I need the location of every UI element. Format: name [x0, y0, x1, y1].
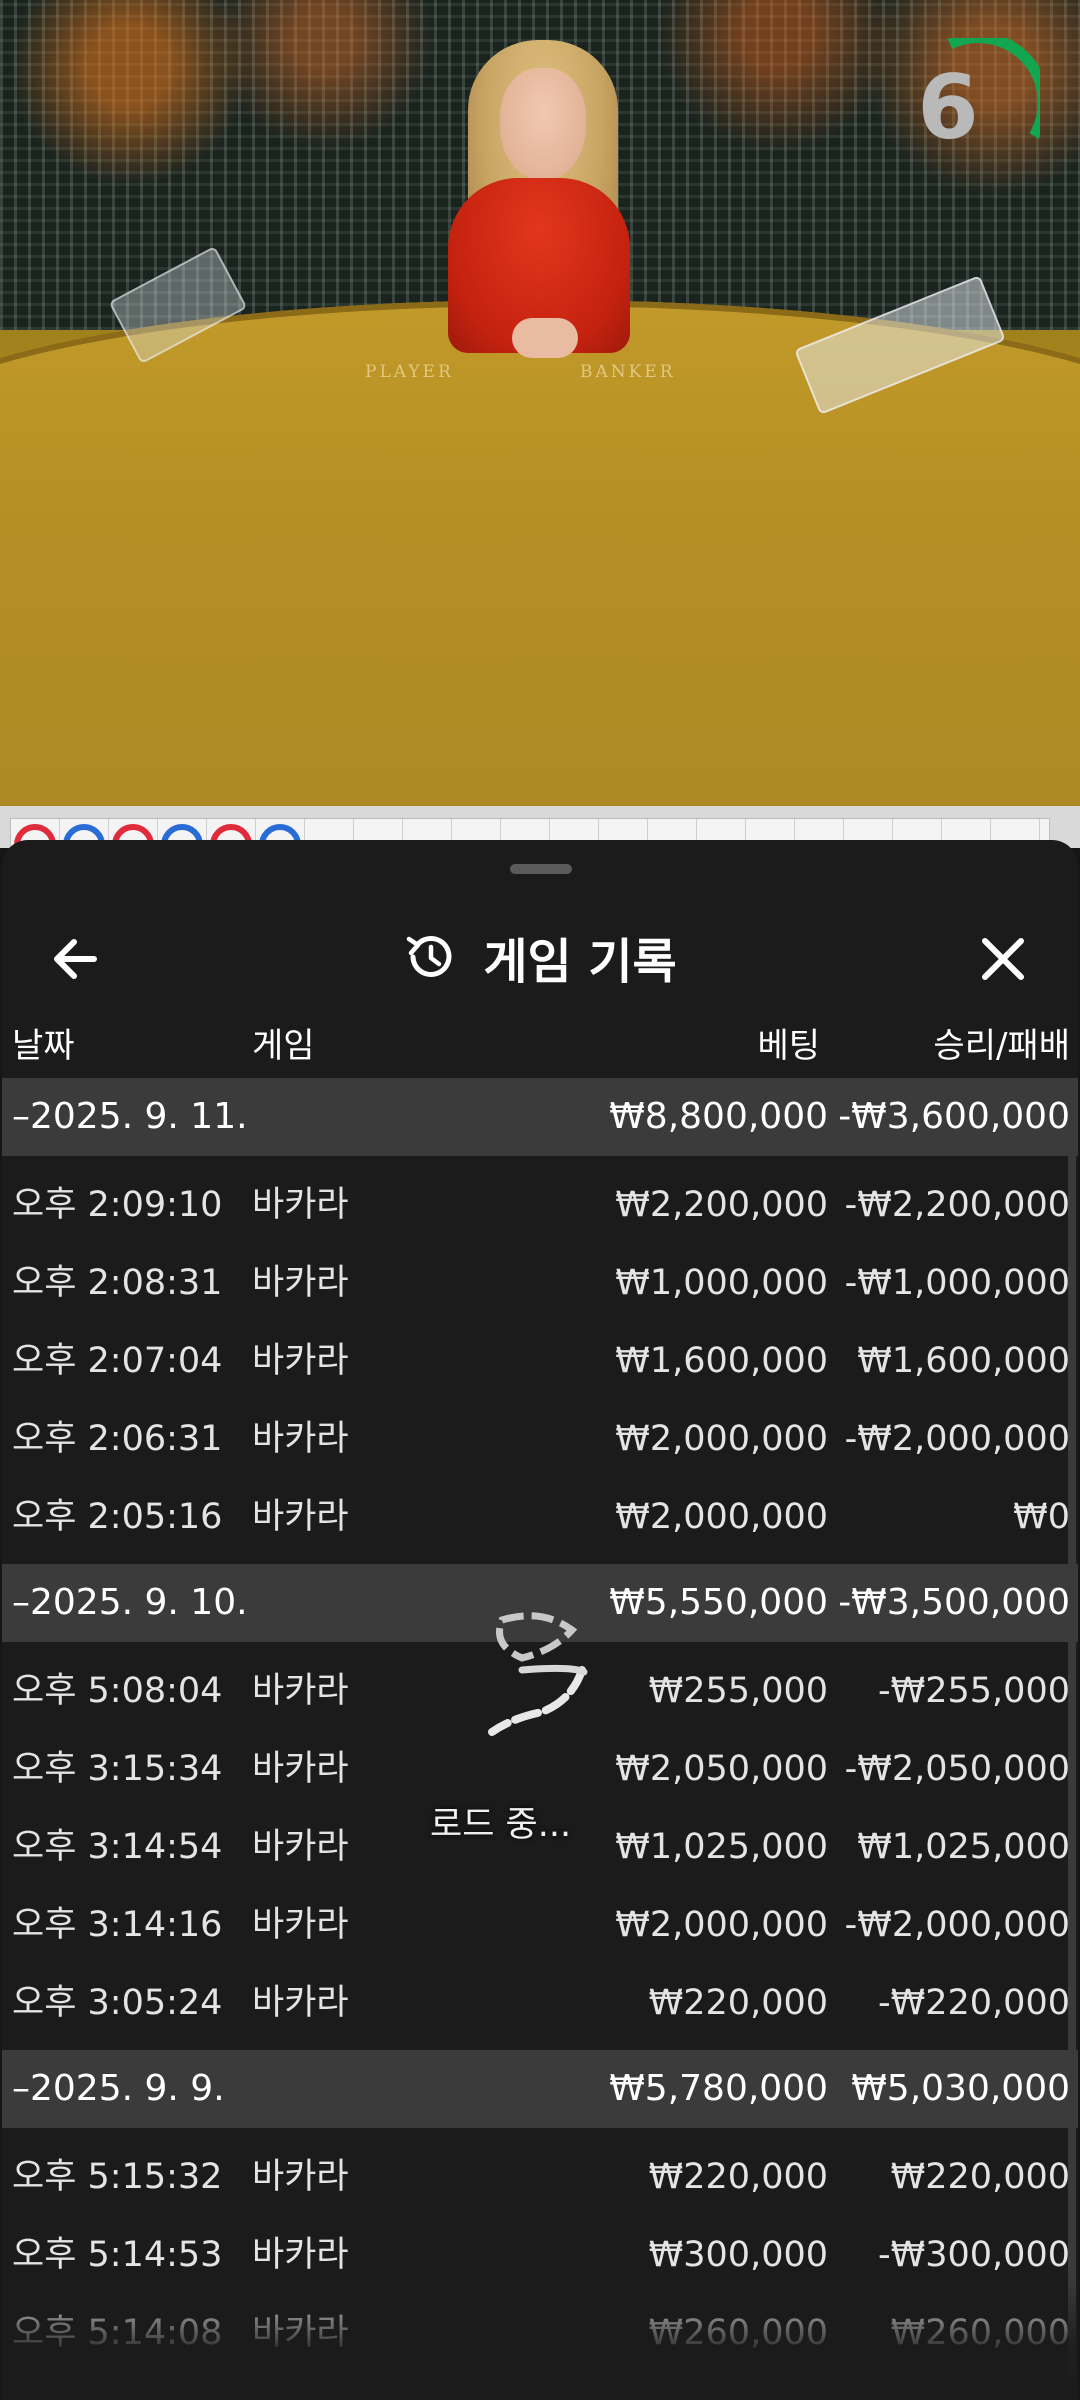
- group-date: –2025. 9. 9.: [12, 2050, 225, 2128]
- group-date: –2025. 9. 10.: [12, 1564, 248, 1642]
- history-row[interactable]: 오후 2:05:16 바카라 ₩2,000,000 ₩0: [2, 1478, 1078, 1556]
- column-header-bet: 베팅: [757, 1026, 820, 1066]
- row-bet: ₩255,000: [648, 1671, 828, 1711]
- group-bet-total: ₩5,780,000: [609, 2068, 828, 2109]
- row-time: 오후 3:14:16: [12, 1905, 223, 1945]
- row-time: 오후 2:06:31: [12, 1419, 223, 1459]
- column-header-result: 승리/패배: [933, 1026, 1070, 1066]
- sheet-title-wrap: 게임 기록: [2, 922, 1078, 992]
- date-group-row[interactable]: –2025. 9. 11. ₩8,800,000 -₩3,600,000: [2, 1078, 1078, 1156]
- group-result-total: ₩5,030,000: [851, 2068, 1070, 2109]
- row-result: ₩0: [1013, 1497, 1070, 1537]
- group-bet-total: ₩5,550,000: [609, 1582, 828, 1623]
- table-label-player: PLAYER: [365, 362, 454, 382]
- row-game: 바카라: [252, 2157, 349, 2197]
- baccarat-table: [0, 300, 1080, 810]
- row-game: 바카라: [252, 1497, 349, 1537]
- row-game: 바카라: [252, 1671, 349, 1711]
- sheet-title: 게임 기록: [483, 934, 677, 990]
- row-time: 오후 2:08:31: [12, 1263, 223, 1303]
- group-date-text: 2025. 9. 10.: [30, 1582, 248, 1623]
- row-result: ₩1,600,000: [857, 1341, 1070, 1381]
- history-row[interactable]: 오후 2:06:31 바카라 ₩2,000,000 -₩2,000,000: [2, 1400, 1078, 1478]
- row-bet: ₩2,000,000: [615, 1419, 828, 1459]
- column-header-date: 날짜: [12, 1026, 75, 1066]
- live-video: PLAYER BANKER 6: [0, 0, 1080, 810]
- history-row[interactable]: 오후 3:14:16 바카라 ₩2,000,000 -₩2,000,000: [2, 1886, 1078, 1964]
- close-button[interactable]: [968, 924, 1038, 994]
- row-bet: ₩2,000,000: [615, 1905, 828, 1945]
- group-result-total: -₩3,500,000: [838, 1582, 1070, 1623]
- close-icon: [982, 938, 1024, 980]
- row-result: -₩1,000,000: [844, 1263, 1070, 1303]
- row-time: 오후 3:15:34: [12, 1749, 223, 1789]
- loading-text: 로드 중...: [430, 1805, 572, 1845]
- row-game: 바카라: [252, 1419, 349, 1459]
- group-date: –2025. 9. 11.: [12, 1078, 248, 1156]
- row-game: 바카라: [252, 1185, 349, 1225]
- row-time: 오후 2:05:16: [12, 1497, 223, 1537]
- row-bet: ₩1,000,000: [615, 1263, 828, 1303]
- row-time: 오후 2:07:04: [12, 1341, 223, 1381]
- row-result: -₩2,200,000: [844, 1185, 1070, 1225]
- row-time: 오후 5:08:04: [12, 1671, 223, 1711]
- scrollbar[interactable]: [1068, 1078, 1076, 2378]
- row-game: 바카라: [252, 1827, 349, 1867]
- history-row[interactable]: 오후 2:08:31 바카라 ₩1,000,000 -₩1,000,000: [2, 1244, 1078, 1322]
- row-game: 바카라: [252, 1263, 349, 1303]
- row-result: -₩2,000,000: [844, 1905, 1070, 1945]
- dealer-face: [500, 68, 586, 180]
- row-result: -₩220,000: [878, 1983, 1070, 2023]
- row-bet: ₩1,600,000: [615, 1341, 828, 1381]
- row-game: 바카라: [252, 1749, 349, 1789]
- history-row[interactable]: 오후 2:07:04 바카라 ₩1,600,000 ₩1,600,000: [2, 1322, 1078, 1400]
- history-row[interactable]: 오후 5:15:32 바카라 ₩220,000 ₩220,000: [2, 2138, 1078, 2216]
- row-bet: ₩2,200,000: [615, 1185, 828, 1225]
- row-result: -₩2,000,000: [844, 1419, 1070, 1459]
- row-result: ₩220,000: [890, 2157, 1070, 2197]
- sheet-header: 게임 기록: [2, 900, 1078, 1010]
- row-time: 오후 3:05:24: [12, 1983, 223, 2023]
- row-result: -₩255,000: [878, 1671, 1070, 1711]
- history-icon: [407, 935, 452, 977]
- group-result-total: -₩3,600,000: [838, 1096, 1070, 1137]
- history-row[interactable]: 오후 3:05:24 바카라 ₩220,000 -₩220,000: [2, 1964, 1078, 2042]
- row-time: 오후 5:15:32: [12, 2157, 223, 2197]
- row-time: 오후 2:09:10: [12, 1185, 223, 1225]
- history-row[interactable]: 오후 2:09:10 바카라 ₩2,200,000 -₩2,200,000: [2, 1166, 1078, 1244]
- row-game: 바카라: [252, 1341, 349, 1381]
- row-result: -₩2,050,000: [844, 1749, 1070, 1789]
- row-bet: ₩220,000: [648, 2157, 828, 2197]
- row-bet: ₩2,000,000: [615, 1497, 828, 1537]
- column-header-game: 게임: [252, 1026, 315, 1066]
- row-game: 바카라: [252, 1983, 349, 2023]
- dealer-hands: [512, 318, 578, 358]
- drag-handle[interactable]: [510, 864, 572, 874]
- collapse-icon: –: [12, 2068, 30, 2109]
- group-bet-total: ₩8,800,000: [609, 1096, 828, 1137]
- table-label-banker: BANKER: [580, 362, 676, 382]
- row-bet: ₩220,000: [648, 1983, 828, 2023]
- date-group-row[interactable]: –2025. 9. 9. ₩5,780,000 ₩5,030,000: [2, 2050, 1078, 2128]
- row-time: 오후 3:14:54: [12, 1827, 223, 1867]
- list-fade: [2, 2280, 1078, 2400]
- countdown-timer: 6: [898, 38, 1040, 180]
- countdown-number: 6: [917, 56, 979, 159]
- group-date-text: 2025. 9. 11.: [30, 1096, 248, 1137]
- collapse-icon: –: [12, 1096, 30, 1137]
- collapse-icon: –: [12, 1582, 30, 1623]
- loading-spinner-icon: [488, 1612, 588, 1736]
- row-game: 바카라: [252, 1905, 349, 1945]
- group-date-text: 2025. 9. 9.: [30, 2068, 225, 2109]
- row-result: ₩1,025,000: [857, 1827, 1070, 1867]
